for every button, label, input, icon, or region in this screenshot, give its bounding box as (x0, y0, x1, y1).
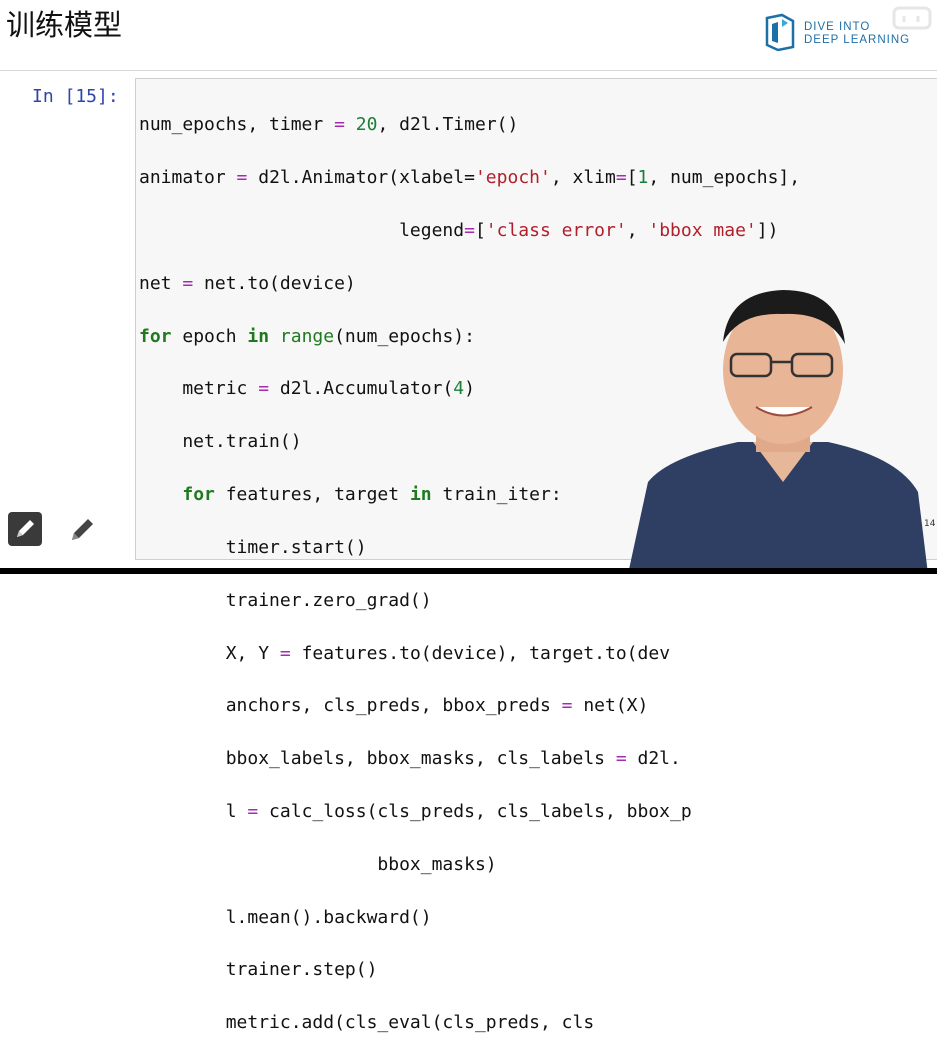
code-line: animator = d2l.Animator(xlabel='epoch', … (139, 167, 801, 189)
presenter-video (628, 290, 928, 574)
edit-button[interactable] (8, 512, 42, 546)
bilibili-icon (892, 6, 932, 30)
code-line: l.mean().backward() (139, 906, 432, 928)
d2l-logo-icon (765, 13, 795, 51)
code-line: legend=['class error', 'bbox mae']) (139, 220, 779, 242)
page-title: 训练模型 (6, 8, 123, 42)
code-line: bbox_labels, bbox_masks, cls_labels = d2… (139, 748, 681, 770)
code-line: trainer.step() (139, 959, 378, 981)
code-line: metric.add(cls_eval(cls_preds, cls (139, 1012, 595, 1034)
code-line: bbox_masks) (139, 853, 497, 875)
logo-line-2: DEEP LEARNING (804, 34, 911, 46)
header-divider (0, 70, 937, 71)
code-line: trainer.zero_grad() (139, 589, 432, 611)
code-block[interactable]: num_epochs, timer = 20, d2l.Timer() anim… (139, 86, 800, 1063)
pencil-icon (17, 520, 34, 537)
code-line: num_epochs, timer = 20, d2l.Timer() (139, 114, 519, 136)
cell-prompt: In [15]: (32, 86, 119, 107)
bottom-bar (0, 568, 937, 574)
code-line: l = calc_loss(cls_preds, cls_labels, bbo… (139, 800, 692, 822)
annotate-button[interactable] (66, 512, 100, 546)
pencil-icon (72, 519, 93, 540)
code-line: X, Y = features.to(device), target.to(de… (139, 642, 671, 664)
page-number: 14 (924, 519, 936, 529)
code-line: anchors, cls_preds, bbox_preds = net(X) (139, 695, 649, 717)
